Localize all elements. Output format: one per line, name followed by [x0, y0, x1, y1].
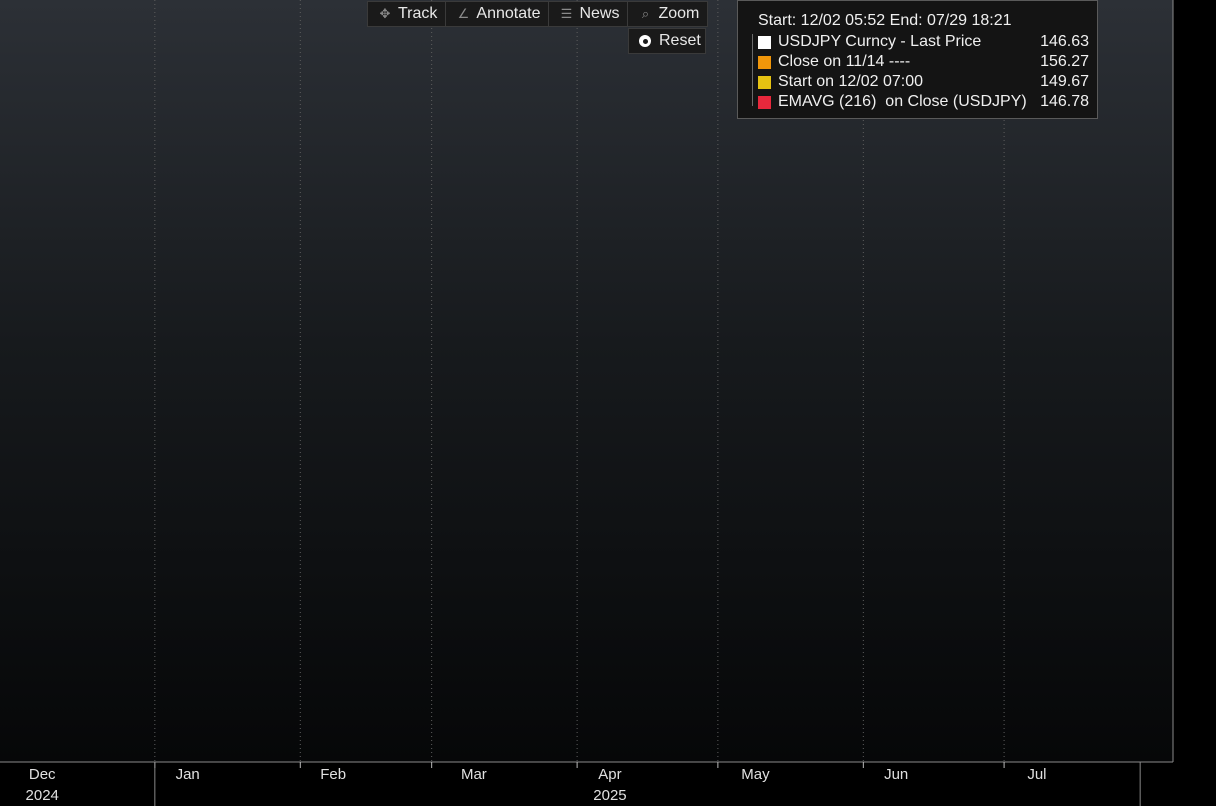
news-button[interactable]: ☰ News: [549, 2, 629, 26]
news-icon: ☰: [560, 6, 573, 21]
x-year-label: 2025: [593, 787, 626, 804]
legend-label: Close on 11/14 ----: [778, 53, 911, 70]
x-tick-label: Jan: [176, 766, 200, 783]
crosshair-icon: ✥: [379, 6, 391, 21]
annotate-button[interactable]: ∠ Annotate: [446, 2, 550, 26]
legend-swatch-ema: [758, 95, 771, 109]
legend-label: EMAVG (216) on Close (USDJPY): [778, 93, 1027, 110]
legend-value: 146.63: [1040, 33, 1089, 50]
legend-swatch-start: [758, 75, 771, 89]
legend-date-range: Start: 12/02 05:52 End: 07/29 18:21: [758, 12, 1012, 29]
x-tick-label: Jun: [884, 766, 908, 783]
track-button[interactable]: ✥ Track: [368, 2, 447, 26]
reset-radio-icon: [639, 35, 651, 47]
x-tick-label: Apr: [598, 766, 621, 783]
x-year-label: 2024: [26, 787, 59, 804]
legend-value: 146.78: [1040, 93, 1089, 110]
reset-button[interactable]: Reset: [628, 28, 706, 54]
price-chart[interactable]: 140145150155 DecJanFebMarAprMayJunJul202…: [0, 0, 1216, 806]
legend-swatch-close: [758, 55, 771, 69]
magnifier-icon: ⌕: [641, 6, 650, 21]
legend-panel: Start: 12/02 05:52 End: 07/29 18:21 USDJ…: [737, 0, 1098, 119]
zoom-button[interactable]: ⌕ Zoom: [628, 2, 707, 26]
x-tick-label: May: [741, 766, 770, 783]
zoom-label: Zoom: [658, 5, 700, 22]
news-label: News: [579, 5, 620, 22]
legend-tree-line: [752, 34, 753, 106]
legend-entry-last-price[interactable]: USDJPY Curncy - Last Price 146.63: [758, 32, 1089, 52]
legend-entry-start[interactable]: Start on 12/02 07:00 149.67: [758, 72, 1089, 92]
chart-toolbar: ✥ Track ∠ Annotate ☰ News ⌕ Zoom: [367, 1, 709, 27]
legend-value: 156.27: [1040, 53, 1089, 70]
x-tick-label: Dec: [29, 766, 56, 783]
right-axis-background: [1173, 0, 1216, 806]
legend-swatch-last-price: [758, 35, 771, 49]
legend-value: 149.67: [1040, 73, 1089, 90]
legend-label: USDJPY Curncy - Last Price: [778, 33, 982, 50]
legend-label: Start on 12/02 07:00: [778, 73, 923, 90]
x-tick-label: Jul: [1027, 766, 1046, 783]
x-tick-label: Mar: [461, 766, 487, 783]
pencil-icon: ∠: [457, 6, 470, 21]
legend-entry-close[interactable]: Close on 11/14 ---- 156.27: [758, 52, 1089, 72]
legend-entry-ema[interactable]: EMAVG (216) on Close (USDJPY) 146.78: [758, 92, 1089, 112]
track-label: Track: [398, 5, 438, 22]
annotate-label: Annotate: [476, 5, 541, 22]
reset-label: Reset: [659, 32, 701, 49]
x-tick-label: Feb: [320, 766, 346, 783]
